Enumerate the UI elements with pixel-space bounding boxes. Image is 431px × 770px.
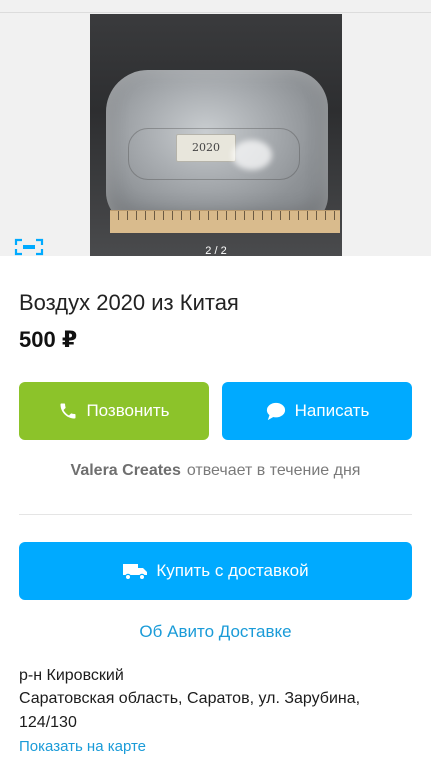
buy-with-delivery-button[interactable]: Купить с доставкой xyxy=(19,542,412,600)
call-button-label: Позвонить xyxy=(86,401,170,420)
air-pillow-image: 2020 xyxy=(106,70,328,226)
address-line-1: Саратовская область, Саратов, ул. Заруби… xyxy=(19,690,361,707)
show-on-map-link[interactable]: Показать на карте xyxy=(19,738,146,755)
listing-price: 500 ₽ xyxy=(19,327,78,352)
phone-icon xyxy=(58,401,78,421)
seller-response-time: отвечает в течение дня xyxy=(186,462,361,479)
listing-title: Воздух 2020 из Китая xyxy=(19,290,239,315)
seller-name[interactable]: Valera Creates xyxy=(71,462,181,479)
gallery-top-divider xyxy=(0,12,431,13)
ruler-image xyxy=(110,210,340,233)
section-divider xyxy=(19,514,412,515)
seller-info: Valera Creates отвечает в течение дня xyxy=(0,462,431,480)
photo-pager: 2 / 2 xyxy=(205,245,227,256)
call-button[interactable]: Позвонить xyxy=(19,382,209,440)
scan-icon[interactable] xyxy=(14,238,44,256)
photo-gallery[interactable]: 2020 2 / 2 xyxy=(0,0,431,256)
write-button[interactable]: Написать xyxy=(222,382,412,440)
pillow-glare xyxy=(232,140,272,170)
listing-photo[interactable]: 2020 xyxy=(90,14,342,256)
delivery-info-link[interactable]: Об Авито Доставке xyxy=(0,622,431,642)
address-district: р-н Кировский xyxy=(19,667,124,684)
address-line-2: 124/130 xyxy=(19,714,77,731)
buy-button-label: Купить с доставкой xyxy=(156,561,309,580)
photo-label: 2020 xyxy=(176,134,236,162)
truck-icon xyxy=(122,562,148,580)
chat-bubble-icon xyxy=(265,401,287,421)
write-button-label: Написать xyxy=(294,401,370,420)
